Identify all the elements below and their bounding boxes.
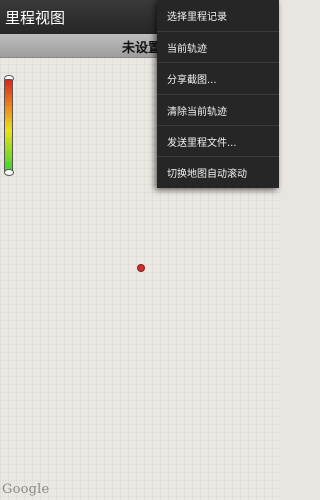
menu-item-select-record[interactable]: 选择里程记录 bbox=[157, 0, 279, 31]
app-title: 里程视图 bbox=[5, 9, 66, 27]
menu-item-share-screenshot[interactable]: 分享截图... bbox=[157, 62, 279, 93]
menu-item-label: 发送里程文件... bbox=[167, 138, 237, 149]
menu-item-label: 选择里程记录 bbox=[167, 12, 227, 23]
current-location-marker bbox=[137, 264, 145, 272]
menu-item-toggle-autoscroll[interactable]: 切换地图自动滚动 bbox=[157, 156, 279, 187]
speed-color-scale bbox=[4, 79, 13, 173]
speed-scale-bottom-cap bbox=[4, 169, 14, 176]
google-attribution: Google bbox=[2, 482, 50, 497]
menu-item-label: 切换地图自动滚动 bbox=[167, 169, 247, 180]
menu-item-label: 清除当前轨迹 bbox=[167, 107, 227, 118]
menu-item-label: 当前轨迹 bbox=[167, 44, 207, 55]
overflow-menu: 选择里程记录 当前轨迹 分享截图... 清除当前轨迹 发送里程文件... 切换地… bbox=[157, 0, 279, 188]
menu-item-current-track[interactable]: 当前轨迹 bbox=[157, 31, 279, 62]
menu-item-label: 分享截图... bbox=[167, 75, 217, 86]
menu-item-clear-track[interactable]: 清除当前轨迹 bbox=[157, 94, 279, 125]
menu-item-send-record-file[interactable]: 发送里程文件... bbox=[157, 125, 279, 156]
status-text: 未设置 bbox=[122, 41, 162, 56]
